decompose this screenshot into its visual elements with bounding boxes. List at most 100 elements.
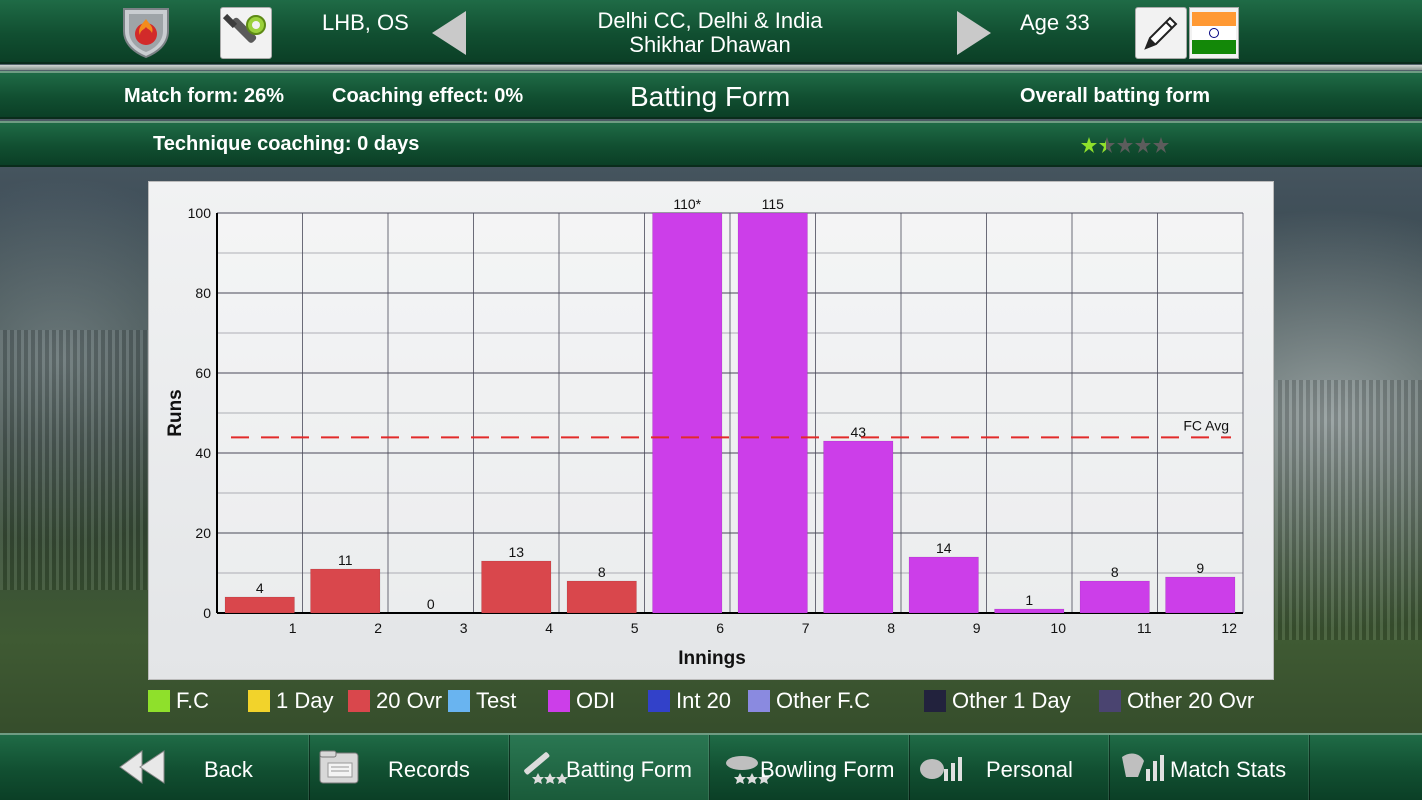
player-team: Delhi CC, Delhi & India <box>597 8 823 33</box>
records-button[interactable]: Records <box>310 735 510 800</box>
y-tick-label: 20 <box>195 525 211 541</box>
y-tick-label: 0 <box>203 605 211 621</box>
bar-value-label: 8 <box>1111 564 1119 580</box>
batting-form-tab[interactable]: Batting Form <box>510 735 710 800</box>
back-button[interactable]: Back <box>110 735 310 800</box>
legend-swatch-int-20 <box>648 690 670 712</box>
legend-swatch-20-ovr <box>348 690 370 712</box>
y-axis-label: Runs <box>165 389 186 437</box>
star-2-icon <box>1099 137 1115 153</box>
y-tick-label: 100 <box>188 205 212 221</box>
legend-label-fc: F.C <box>176 688 209 713</box>
bar-innings-6 <box>652 212 723 614</box>
bar-value-label: 0 <box>427 596 435 612</box>
y-tick-label: 40 <box>195 445 211 461</box>
star-3-icon <box>1117 137 1133 153</box>
bar-innings-12 <box>1165 576 1236 614</box>
personal-icon <box>920 757 962 781</box>
x-tick-label: 5 <box>631 620 639 636</box>
bar-innings-2 <box>310 568 381 614</box>
star-4-icon <box>1135 137 1151 153</box>
edit-icon[interactable] <box>1135 7 1187 59</box>
batting-style: LHB, OS <box>322 10 409 35</box>
x-tick-label: 4 <box>545 620 553 636</box>
player-header: LHB, OS Delhi CC, Delhi & India Shikhar … <box>0 0 1422 64</box>
coaching-effect: Coaching effect: 0% <box>332 85 524 107</box>
bar-value-label: 14 <box>936 540 952 556</box>
personal-tab[interactable]: Personal <box>910 735 1110 800</box>
chart-legend: F.C 1 Day 20 Ovr Test ODI Int 20 Other F… <box>0 686 1422 716</box>
next-player-button[interactable] <box>957 11 991 55</box>
legend-item-fc: F.C <box>148 686 209 716</box>
personal-label: Personal <box>986 757 1073 782</box>
records-label: Records <box>388 757 470 782</box>
legend-swatch-fc <box>148 690 170 712</box>
legend-swatch-test <box>448 690 470 712</box>
y-tick-label: 60 <box>195 365 211 381</box>
match-stats-icon <box>1122 753 1164 781</box>
x-tick-label: 3 <box>460 620 468 636</box>
batting-form-chart: 0 20 40 60 80 100 4 1 11 2 0 3 13 4 8 5 110* 6 115 7 43 8 14 9 1… <box>148 181 1274 680</box>
bar-value-label: 4 <box>256 580 264 596</box>
fc-avg-label: FC Avg <box>1183 417 1229 433</box>
form-summary-row: Match form: 26% Coaching effect: 0% Batt… <box>0 71 1422 119</box>
legend-label-other-1-day: Other 1 Day <box>952 688 1071 713</box>
x-tick-label: 7 <box>802 620 810 636</box>
legend-label-other-fc: Other F.C <box>776 688 871 713</box>
legend-item-1-day: 1 Day <box>248 686 333 716</box>
legend-label-other-20-ovr: Other 20 Ovr <box>1127 688 1255 713</box>
page-title: Batting Form <box>630 81 791 112</box>
legend-label-odi: ODI <box>576 688 616 713</box>
bar-innings-7 <box>737 212 808 614</box>
player-age: Age 33 <box>1020 10 1090 35</box>
bottom-navigation: Back Records Batting Form Bowling Form P… <box>0 733 1422 800</box>
bar-value-label: 1 <box>1025 592 1033 608</box>
player-badge-icon[interactable] <box>120 5 172 59</box>
bar-value-label: 115 <box>762 196 785 212</box>
x-tick-label: 6 <box>716 620 724 636</box>
technique-coaching: Technique coaching: 0 days <box>153 133 420 155</box>
bar-innings-8 <box>823 440 894 614</box>
legend-swatch-odi <box>548 690 570 712</box>
legend-swatch-other-fc <box>748 690 770 712</box>
bar-innings-4 <box>481 560 552 614</box>
bowling-form-label: Bowling Form <box>760 757 895 782</box>
legend-label-1-day: 1 Day <box>276 688 334 713</box>
batting-form-label: Batting Form <box>566 757 692 782</box>
legend-item-other-1-day: Other 1 Day <box>924 686 1071 716</box>
bowling-form-tab[interactable]: Bowling Form <box>710 735 910 800</box>
batting-style-icon[interactable] <box>220 7 272 59</box>
overall-form-rating <box>1080 135 1170 155</box>
legend-item-20-ovr: 20 Ovr <box>348 686 442 716</box>
back-icon <box>119 750 165 784</box>
x-tick-label: 12 <box>1221 620 1237 636</box>
legend-item-int-20: Int 20 <box>648 686 731 716</box>
background-crowd-right <box>1275 380 1422 640</box>
bar-value-label: 13 <box>508 544 524 560</box>
x-tick-label: 2 <box>374 620 382 636</box>
match-stats-tab[interactable]: Match Stats <box>1110 735 1310 800</box>
bar-value-label: 9 <box>1196 560 1204 576</box>
bar-innings-1 <box>224 596 295 614</box>
legend-item-other-fc: Other F.C <box>748 686 870 716</box>
y-tick-label: 80 <box>195 285 211 301</box>
legend-label-20-ovr: 20 Ovr <box>376 688 443 713</box>
x-tick-label: 8 <box>887 620 895 636</box>
bar-value-label: 11 <box>338 552 353 568</box>
x-tick-label: 1 <box>289 620 297 636</box>
match-stats-label: Match Stats <box>1170 757 1287 782</box>
star-1-icon <box>1081 137 1097 153</box>
back-label: Back <box>204 757 253 782</box>
x-tick-label: 10 <box>1050 620 1066 636</box>
legend-label-int-20: Int 20 <box>676 688 732 713</box>
x-tick-label: 11 <box>1137 620 1152 636</box>
match-form: Match form: 26% <box>124 85 285 107</box>
legend-swatch-1-day <box>248 690 270 712</box>
bar-innings-9 <box>908 556 979 614</box>
star-5-icon <box>1153 137 1169 153</box>
previous-player-button[interactable] <box>432 11 466 55</box>
chart-canvas: 020406080100411120313485110*611574381491… <box>165 196 1244 669</box>
bar-innings-10 <box>994 608 1065 614</box>
bar-value-label: 110* <box>673 196 701 212</box>
player-name: Shikhar Dhawan <box>629 32 791 57</box>
